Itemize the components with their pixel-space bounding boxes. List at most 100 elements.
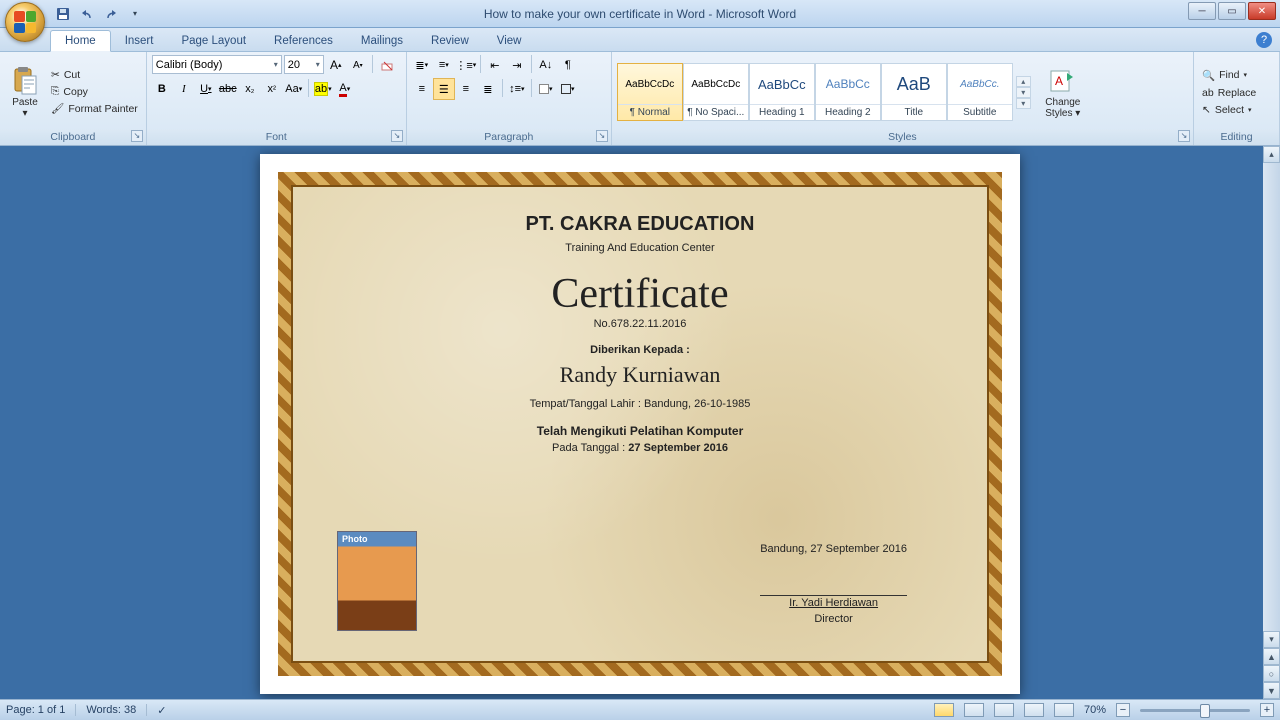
subscript-button[interactable]: x₂ (240, 79, 260, 99)
strike-button[interactable]: abc (218, 79, 238, 99)
qat-dropdown-icon[interactable]: ▾ (126, 5, 144, 23)
justify-icon[interactable]: ≣ (478, 79, 498, 99)
word-count[interactable]: Words: 38 (86, 704, 147, 716)
zoom-level[interactable]: 70% (1084, 704, 1106, 716)
highlight-button[interactable]: ab▾ (313, 79, 333, 99)
tab-insert[interactable]: Insert (111, 31, 168, 51)
signature-block: Bandung, 27 September 2016 Ir. Yadi Herd… (760, 543, 907, 625)
tab-home[interactable]: Home (50, 30, 111, 52)
align-right-icon[interactable]: ≡ (456, 79, 476, 99)
certificate-title: Certificate (293, 270, 987, 318)
indent-icon[interactable]: ⇥ (507, 55, 527, 75)
style-tile-2[interactable]: AaBbCcHeading 1 (749, 63, 815, 121)
certificate-number: No.678.22.11.2016 (293, 318, 987, 330)
style-gallery: AaBbCcDc¶ NormalAaBbCcDc¶ No Spaci...AaB… (617, 63, 1013, 121)
redo-icon[interactable] (102, 5, 120, 23)
line-spacing-icon[interactable]: ↕≡▾ (507, 79, 527, 99)
scroll-down-icon[interactable]: ▾ (1263, 631, 1280, 648)
scroll-up-icon[interactable]: ▴ (1263, 146, 1280, 163)
prev-page-icon[interactable]: ▲ (1263, 648, 1280, 665)
tab-pagelayout[interactable]: Page Layout (167, 31, 260, 51)
style-tile-1[interactable]: AaBbCcDc¶ No Spaci... (683, 63, 749, 121)
change-styles-button[interactable]: A Change Styles ▾ (1038, 63, 1088, 121)
page[interactable]: PT. CAKRA EDUCATION Training And Educati… (260, 154, 1020, 694)
borders-icon[interactable]: ▾ (558, 79, 578, 99)
style-tile-0[interactable]: AaBbCcDc¶ Normal (617, 63, 683, 121)
page-indicator[interactable]: Page: 1 of 1 (6, 704, 76, 716)
zoom-slider[interactable] (1140, 709, 1250, 712)
replace-button[interactable]: abReplace (1199, 86, 1259, 100)
next-page-icon[interactable]: ▼ (1263, 682, 1280, 699)
shrink-font-icon[interactable]: A▾ (348, 55, 368, 75)
close-button[interactable]: ✕ (1248, 2, 1276, 20)
minimize-button[interactable]: ─ (1188, 2, 1216, 20)
sort-icon[interactable]: A↓ (536, 55, 556, 75)
bullets-icon[interactable]: ≣▾ (412, 55, 432, 75)
paste-button[interactable]: Paste▾ (5, 63, 45, 121)
print-layout-view-icon[interactable] (934, 703, 954, 717)
office-button[interactable] (5, 2, 45, 42)
grow-font-icon[interactable]: A▴ (326, 55, 346, 75)
style-tile-3[interactable]: AaBbCcHeading 2 (815, 63, 881, 121)
tab-mailings[interactable]: Mailings (347, 31, 417, 51)
style-expand-icon[interactable]: ▾ (1016, 98, 1031, 109)
style-tile-5[interactable]: AaBbCc.Subtitle (947, 63, 1013, 121)
group-clipboard: Paste▾ ✂Cut ⎘Copy 🖌Format Painter Clipbo… (0, 52, 147, 145)
shading-icon[interactable]: ▾ (536, 79, 556, 99)
select-button[interactable]: ↖Select ▾ (1199, 103, 1259, 117)
undo-icon[interactable] (78, 5, 96, 23)
font-launcher[interactable]: ↘ (391, 130, 403, 142)
font-family-select[interactable]: Calibri (Body)▾ (152, 55, 282, 74)
editing-group-label: Editing (1194, 129, 1279, 145)
cut-button[interactable]: ✂Cut (48, 68, 141, 82)
style-name: Heading 2 (816, 104, 880, 120)
clipboard-launcher[interactable]: ↘ (131, 130, 143, 142)
style-tile-4[interactable]: AaBTitle (881, 63, 947, 121)
spell-status-icon[interactable]: ✓ (157, 704, 166, 717)
multilevel-icon[interactable]: ⋮≡▾ (456, 55, 476, 75)
underline-button[interactable]: U▾ (196, 79, 216, 99)
save-icon[interactable] (54, 5, 72, 23)
paragraph-group-label: Paragraph (407, 129, 611, 145)
draft-view-icon[interactable] (1054, 703, 1074, 717)
maximize-button[interactable]: ▭ (1218, 2, 1246, 20)
style-preview: AaBbCcDc (625, 64, 674, 104)
style-scroll-up-icon[interactable]: ▴ (1016, 76, 1031, 87)
tab-references[interactable]: References (260, 31, 347, 51)
font-color-button[interactable]: A▾ (335, 79, 355, 99)
bold-button[interactable]: B (152, 79, 172, 99)
full-reading-view-icon[interactable] (964, 703, 984, 717)
vertical-scrollbar[interactable]: ▴ ▾ ▲ ○ ▼ (1263, 146, 1280, 699)
find-button[interactable]: 🔍Find ▾ (1199, 68, 1259, 83)
italic-button[interactable]: I (174, 79, 194, 99)
show-marks-icon[interactable]: ¶ (558, 55, 578, 75)
change-case-button[interactable]: Aa▾ (284, 79, 304, 99)
tab-view[interactable]: View (483, 31, 536, 51)
outdent-icon[interactable]: ⇤ (485, 55, 505, 75)
superscript-button[interactable]: x² (262, 79, 282, 99)
align-center-icon[interactable]: ☰ (434, 79, 454, 99)
zoom-in-icon[interactable]: + (1260, 703, 1274, 717)
align-left-icon[interactable]: ≡ (412, 79, 432, 99)
format-painter-button[interactable]: 🖌Format Painter (48, 101, 141, 116)
scroll-track[interactable] (1263, 163, 1280, 631)
style-scroll-down-icon[interactable]: ▾ (1016, 87, 1031, 98)
window-title: How to make your own certificate in Word… (484, 7, 796, 21)
font-size-select[interactable]: 20▾ (284, 55, 324, 74)
paste-icon (9, 65, 41, 97)
outline-view-icon[interactable] (1024, 703, 1044, 717)
paragraph-launcher[interactable]: ↘ (596, 130, 608, 142)
help-icon[interactable]: ? (1256, 32, 1272, 48)
title-bar: ▾ How to make your own certificate in Wo… (0, 0, 1280, 28)
tab-review[interactable]: Review (417, 31, 483, 51)
zoom-out-icon[interactable]: − (1116, 703, 1130, 717)
styles-launcher[interactable]: ↘ (1178, 130, 1190, 142)
copy-button[interactable]: ⎘Copy (48, 84, 141, 99)
replace-icon: ab (1202, 87, 1214, 99)
ribbon: Paste▾ ✂Cut ⎘Copy 🖌Format Painter Clipbo… (0, 52, 1280, 146)
clear-format-icon[interactable] (377, 55, 397, 75)
browse-object-icon[interactable]: ○ (1263, 665, 1280, 682)
photo-placeholder[interactable]: Photo (337, 531, 417, 631)
web-layout-view-icon[interactable] (994, 703, 1014, 717)
numbering-icon[interactable]: ≡▾ (434, 55, 454, 75)
